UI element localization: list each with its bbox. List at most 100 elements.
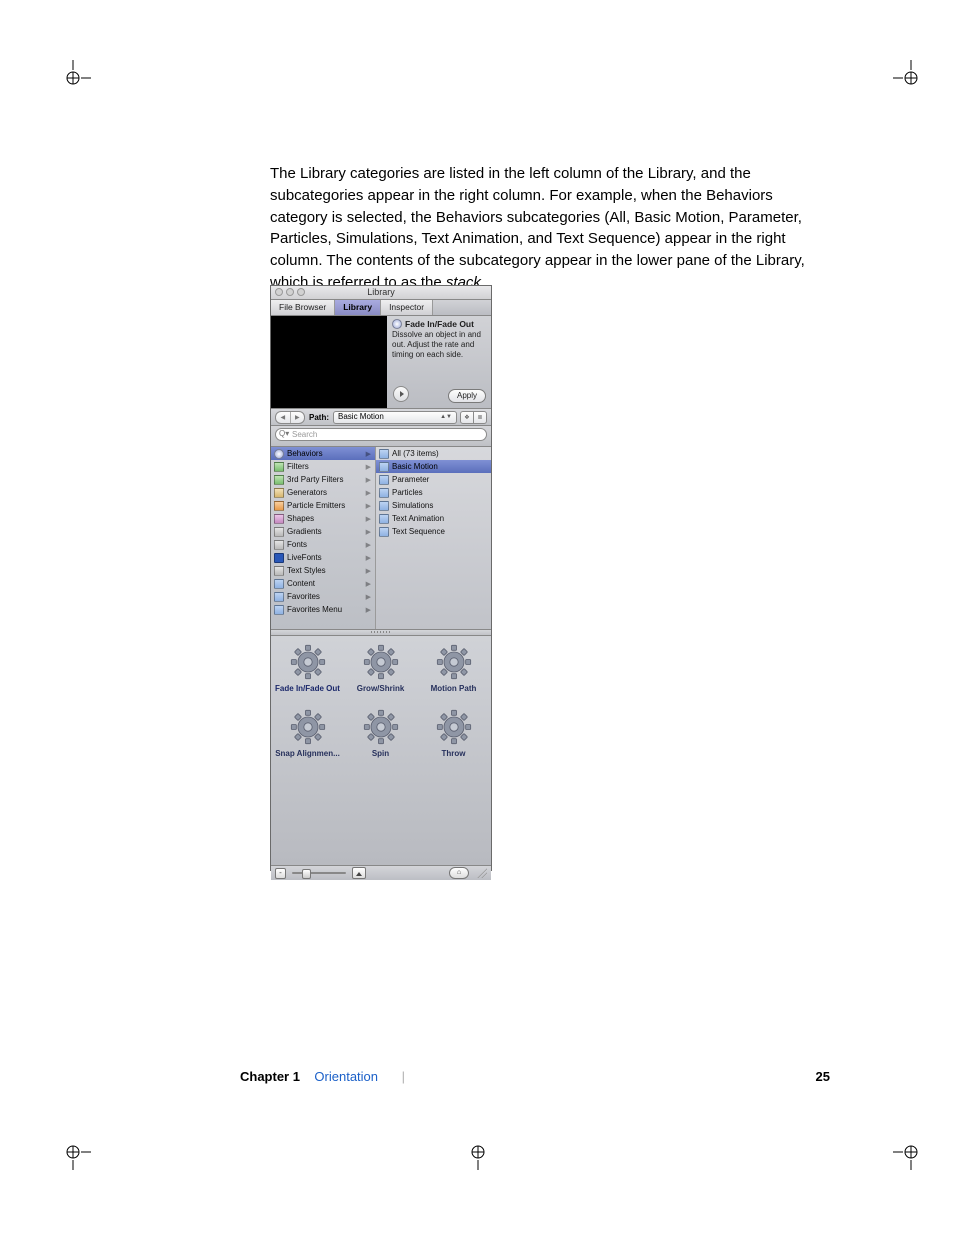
subcategory-item[interactable]: Parameter xyxy=(376,473,491,486)
home-button[interactable]: ⌂ xyxy=(449,867,469,879)
subcategory-column[interactable]: All (73 items) Basic Motion Parameter Parti… xyxy=(376,447,491,629)
category-item[interactable]: Generators▶ xyxy=(271,486,375,499)
chapter-label: Chapter 1 xyxy=(240,1069,300,1084)
category-icon xyxy=(274,605,284,615)
search-input[interactable]: Search xyxy=(275,428,487,441)
stack-item-label: Snap Alignmen... xyxy=(275,749,340,758)
subcategory-item[interactable]: Text Sequence xyxy=(376,525,491,538)
path-label: Path: xyxy=(309,413,329,422)
category-item[interactable]: 3rd Party Filters▶ xyxy=(271,473,375,486)
subcategory-item[interactable]: Basic Motion xyxy=(376,460,491,473)
tab-inspector[interactable]: Inspector xyxy=(381,300,433,315)
category-label: Generators xyxy=(287,488,327,497)
folder-icon xyxy=(379,527,389,537)
category-icon xyxy=(274,449,284,459)
tab-library[interactable]: Library xyxy=(335,300,381,315)
category-item[interactable]: Filters▶ xyxy=(271,460,375,473)
category-icon xyxy=(274,514,284,524)
traffic-lights[interactable] xyxy=(275,288,305,296)
subcategory-label: Text Sequence xyxy=(392,527,445,536)
category-icon xyxy=(274,488,284,498)
subcategory-label: All (73 items) xyxy=(392,449,439,458)
crop-mark-bottom-center xyxy=(460,1134,496,1170)
category-item[interactable]: Favorites▶ xyxy=(271,590,375,603)
gear-icon xyxy=(434,707,474,747)
category-icon xyxy=(274,592,284,602)
bottom-row: - ⌂ xyxy=(271,865,491,880)
category-label: Filters xyxy=(287,462,309,471)
window-title: Library xyxy=(367,287,395,297)
category-item[interactable]: Gradients▶ xyxy=(271,525,375,538)
page-footer: Chapter 1 Orientation | 25 xyxy=(240,1069,830,1084)
path-value: Basic Motion xyxy=(338,412,384,422)
category-label: Fonts xyxy=(287,540,307,549)
subcategory-item[interactable]: Particles xyxy=(376,486,491,499)
gear-icon xyxy=(288,707,328,747)
folder-icon xyxy=(379,449,389,459)
library-panel: Library File Browser Library Inspector F… xyxy=(270,285,492,871)
view-mode-toggle[interactable]: ❖ ≣ xyxy=(461,411,487,424)
paragraph-text: The Library categories are listed in the… xyxy=(270,165,805,291)
category-item[interactable]: Favorites Menu▶ xyxy=(271,603,375,616)
apply-button[interactable]: Apply xyxy=(448,389,486,403)
category-label: Shapes xyxy=(287,514,314,523)
gear-icon xyxy=(288,642,328,682)
window-titlebar: Library xyxy=(271,286,491,300)
stack-item-label: Fade In/Fade Out xyxy=(275,684,340,693)
crop-mark-top-left xyxy=(55,60,91,96)
category-item[interactable]: Fonts▶ xyxy=(271,538,375,551)
category-item[interactable]: Behaviors▶ xyxy=(271,447,375,460)
play-button[interactable] xyxy=(393,386,409,402)
stack-item-label: Motion Path xyxy=(431,684,477,693)
preview-thumbnail xyxy=(271,316,387,408)
stack-item[interactable]: Motion Path xyxy=(417,642,490,707)
nav-back-forward[interactable]: ◀▶ xyxy=(275,411,305,424)
category-label: Particle Emitters xyxy=(287,501,345,510)
stack-pane[interactable]: Fade In/Fade Out Grow/Shrink Motion Path Sn… xyxy=(271,636,491,865)
folder-icon xyxy=(379,501,389,511)
category-item[interactable]: Text Styles▶ xyxy=(271,564,375,577)
search-row: Search xyxy=(271,426,491,447)
subcategory-label: Particles xyxy=(392,488,423,497)
path-popup[interactable]: Basic Motion ▲▼ xyxy=(333,411,457,424)
collapse-button[interactable] xyxy=(352,867,366,879)
path-row: ◀▶ Path: Basic Motion ▲▼ ❖ ≣ xyxy=(271,409,491,426)
columns-row: Behaviors▶Filters▶3rd Party Filters▶Gene… xyxy=(271,447,491,630)
category-icon xyxy=(274,566,284,576)
category-label: 3rd Party Filters xyxy=(287,475,343,484)
icon-view-button[interactable]: ❖ xyxy=(460,411,474,424)
subcategory-item[interactable]: Text Animation xyxy=(376,512,491,525)
category-label: LiveFonts xyxy=(287,553,322,562)
chapter-title: Orientation xyxy=(314,1069,378,1084)
subcategory-item[interactable]: All (73 items) xyxy=(376,447,491,460)
tab-row: File Browser Library Inspector xyxy=(271,300,491,316)
resize-grip[interactable] xyxy=(477,868,487,878)
list-view-button[interactable]: ≣ xyxy=(473,411,487,424)
folder-icon xyxy=(379,462,389,472)
category-label: Text Styles xyxy=(287,566,326,575)
stack-item[interactable]: Spin xyxy=(344,707,417,772)
subcategory-label: Basic Motion xyxy=(392,462,438,471)
category-label: Favorites Menu xyxy=(287,605,342,614)
gear-icon xyxy=(361,642,401,682)
category-item[interactable]: LiveFonts▶ xyxy=(271,551,375,564)
stack-item[interactable]: Fade In/Fade Out xyxy=(271,642,344,707)
crop-mark-bottom-left xyxy=(55,1134,91,1170)
stack-item[interactable]: Grow/Shrink xyxy=(344,642,417,707)
category-item[interactable]: Particle Emitters▶ xyxy=(271,499,375,512)
subcategory-label: Parameter xyxy=(392,475,429,484)
category-item[interactable]: Content▶ xyxy=(271,577,375,590)
subcategory-item[interactable]: Simulations xyxy=(376,499,491,512)
category-item[interactable]: Shapes▶ xyxy=(271,512,375,525)
category-icon xyxy=(274,579,284,589)
zoom-out-button[interactable]: - xyxy=(275,868,286,879)
category-label: Favorites xyxy=(287,592,320,601)
zoom-slider[interactable] xyxy=(292,872,346,874)
stack-item-label: Grow/Shrink xyxy=(357,684,405,693)
tab-file-browser[interactable]: File Browser xyxy=(271,300,335,315)
folder-icon xyxy=(379,488,389,498)
gear-icon xyxy=(361,707,401,747)
stack-item[interactable]: Snap Alignmen... xyxy=(271,707,344,772)
stack-item[interactable]: Throw xyxy=(417,707,490,772)
category-column[interactable]: Behaviors▶Filters▶3rd Party Filters▶Gene… xyxy=(271,447,376,629)
